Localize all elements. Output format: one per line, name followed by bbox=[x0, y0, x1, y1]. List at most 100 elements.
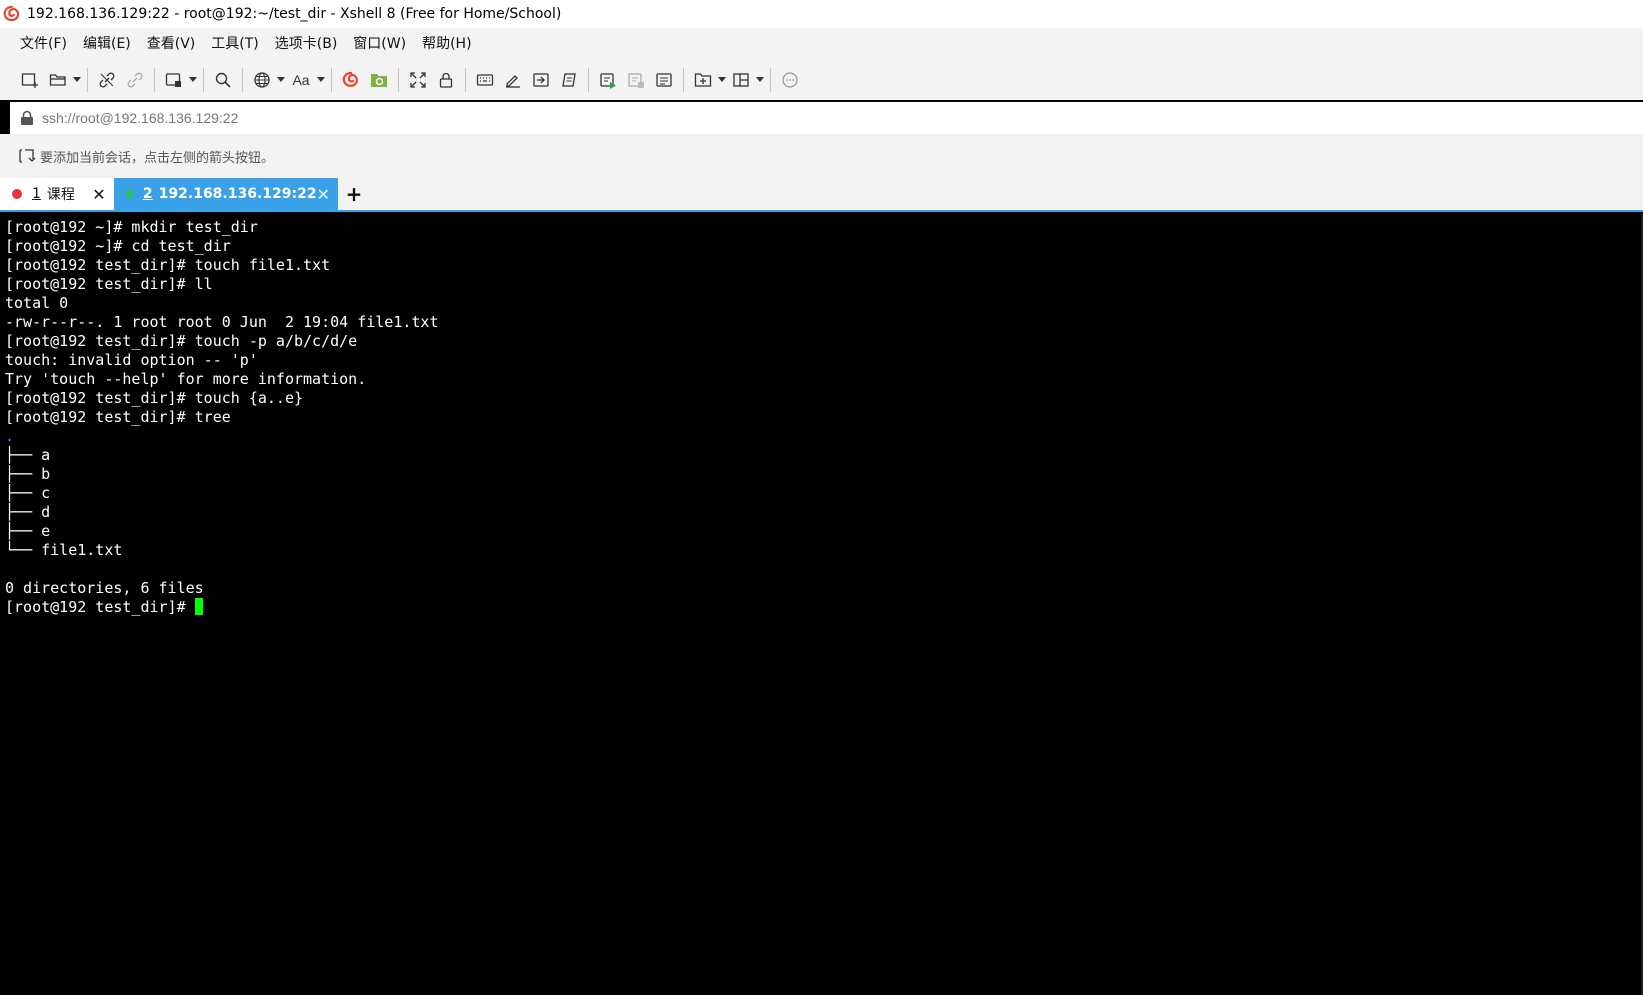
toolbar-divider bbox=[770, 68, 771, 92]
menu-window[interactable]: 窗口(W) bbox=[345, 28, 414, 60]
terminal-line: ├── a bbox=[5, 446, 51, 464]
terminal-line: 0 directories, 6 files bbox=[5, 579, 204, 597]
find-button[interactable] bbox=[209, 66, 237, 94]
lock-icon bbox=[21, 110, 33, 125]
status-dot-icon bbox=[126, 189, 133, 199]
tab-number: 1 bbox=[32, 186, 41, 202]
transfer-button[interactable] bbox=[527, 66, 555, 94]
chevron-down-icon bbox=[317, 77, 325, 82]
tab-bar: 1 课程 ✕ 2 192.168.136.129:22 ✕ + bbox=[0, 178, 1643, 212]
font-label: Aa bbox=[292, 72, 310, 88]
fullscreen-button[interactable] bbox=[404, 66, 432, 94]
window-plus-icon bbox=[165, 73, 181, 87]
chevron-down-icon bbox=[718, 77, 726, 82]
font-dropdown-button[interactable] bbox=[316, 66, 326, 94]
toolbar-divider bbox=[465, 68, 466, 92]
tab-group-dropdown-button[interactable] bbox=[717, 66, 727, 94]
menu-file[interactable]: 文件(F) bbox=[12, 28, 75, 60]
chat-button[interactable] bbox=[776, 66, 804, 94]
fullscreen-icon bbox=[410, 72, 426, 88]
layout-dropdown-button[interactable] bbox=[755, 66, 765, 94]
disconnect-button[interactable] bbox=[121, 66, 149, 94]
tab-label: 课程 bbox=[46, 187, 75, 203]
keyboard-icon bbox=[476, 74, 494, 86]
session-bar: 要添加当前会话，点击左侧的箭头按钮。 bbox=[0, 134, 1643, 178]
encoding-button[interactable] bbox=[248, 66, 276, 94]
stop-script-icon bbox=[628, 73, 644, 88]
toolbar-divider bbox=[203, 68, 204, 92]
terminal-line: [root@192 test_dir]# tree bbox=[5, 408, 231, 426]
menu-help[interactable]: 帮助(H) bbox=[414, 28, 479, 60]
new-session-button[interactable] bbox=[16, 66, 44, 94]
terminal-line: [root@192 test_dir]# ll bbox=[5, 275, 213, 293]
log-button[interactable] bbox=[650, 66, 678, 94]
terminal-line: -rw-r--r--. 1 root root 0 Jun 2 19:04 fi… bbox=[5, 313, 439, 331]
script-button[interactable] bbox=[555, 66, 583, 94]
arrow-in-box-icon bbox=[533, 73, 549, 87]
address-bar bbox=[10, 102, 1643, 134]
menu-tabs[interactable]: 选项卡(B) bbox=[267, 28, 346, 60]
toolbar-divider bbox=[154, 68, 155, 92]
tab-number: 2 bbox=[142, 186, 153, 202]
tab-label: 192.168.136.129:22 bbox=[158, 186, 317, 202]
unlink-icon bbox=[127, 72, 143, 88]
toolbar: Aa bbox=[0, 60, 1643, 100]
terminal-area[interactable]: [root@192 ~]# mkdir test_dir [root@192 ~]… bbox=[0, 214, 1643, 995]
chevron-down-icon bbox=[189, 77, 197, 82]
layout-icon bbox=[733, 73, 749, 87]
address-input[interactable] bbox=[42, 110, 1542, 126]
compose-button[interactable] bbox=[499, 66, 527, 94]
stop-script-button[interactable] bbox=[622, 66, 650, 94]
terminal-line: [root@192 ~]# cd test_dir bbox=[5, 237, 231, 255]
xftp-button[interactable] bbox=[365, 66, 393, 94]
tab-course[interactable]: 1 课程 ✕ bbox=[0, 178, 114, 210]
tab-ssh-session[interactable]: 2 192.168.136.129:22 ✕ bbox=[114, 178, 338, 210]
search-icon bbox=[215, 72, 231, 88]
menu-edit[interactable]: 编辑(E) bbox=[75, 28, 139, 60]
run-script-icon bbox=[600, 73, 616, 89]
add-session-arrow-icon[interactable] bbox=[16, 146, 36, 166]
font-button[interactable]: Aa bbox=[286, 66, 316, 94]
xftp-icon bbox=[371, 74, 387, 87]
terminal-line: [root@192 test_dir]# touch -p a/b/c/d/e bbox=[5, 332, 358, 350]
toolbar-divider bbox=[242, 68, 243, 92]
encoding-dropdown-button[interactable] bbox=[276, 66, 286, 94]
lock-button[interactable] bbox=[432, 66, 460, 94]
terminal-line: [root@192 ~]# mkdir test_dir bbox=[5, 218, 258, 236]
terminal-line: touch: invalid option -- 'p' bbox=[5, 351, 258, 369]
keyboard-button[interactable] bbox=[471, 66, 499, 94]
log-icon bbox=[656, 73, 672, 87]
menu-view[interactable]: 查看(V) bbox=[139, 28, 204, 60]
terminal-line: [root@192 test_dir]# touch {a..e} bbox=[5, 389, 304, 407]
chat-bubble-icon bbox=[782, 72, 798, 88]
title-bar: 192.168.136.129:22 - root@192:~/test_dir… bbox=[0, 0, 1643, 28]
open-folder-button[interactable] bbox=[44, 66, 72, 94]
toolbar-divider bbox=[331, 68, 332, 92]
chevron-down-icon bbox=[756, 77, 764, 82]
new-window-button[interactable] bbox=[160, 66, 188, 94]
tree-root-line: . bbox=[5, 427, 15, 445]
connect-button[interactable] bbox=[93, 66, 121, 94]
window-title: 192.168.136.129:22 - root@192:~/test_dir… bbox=[27, 6, 562, 22]
terminal-line: [root@192 test_dir]# touch file1.txt bbox=[5, 256, 331, 274]
toolbar-divider bbox=[683, 68, 684, 92]
new-tab-button[interactable]: + bbox=[338, 178, 370, 210]
new-tab-group-button[interactable] bbox=[689, 66, 717, 94]
menu-tools[interactable]: 工具(T) bbox=[203, 28, 266, 60]
chevron-down-icon bbox=[277, 77, 285, 82]
session-hint-text: 要添加当前会话，点击左侧的箭头按钮。 bbox=[40, 150, 275, 166]
open-dropdown-button[interactable] bbox=[72, 66, 82, 94]
run-script-button[interactable] bbox=[594, 66, 622, 94]
terminal-line: └── file1.txt bbox=[5, 541, 123, 559]
terminal-line: ├── d bbox=[5, 503, 51, 521]
add-folder-icon bbox=[694, 73, 712, 87]
toolbar-divider bbox=[398, 68, 399, 92]
layout-button[interactable] bbox=[727, 66, 755, 94]
xshell-button[interactable] bbox=[337, 66, 365, 94]
link-icon bbox=[99, 72, 115, 88]
close-icon[interactable]: ✕ bbox=[317, 185, 330, 204]
close-icon[interactable]: ✕ bbox=[92, 185, 106, 204]
toolbar-divider bbox=[588, 68, 589, 92]
window-dropdown-button[interactable] bbox=[188, 66, 198, 94]
